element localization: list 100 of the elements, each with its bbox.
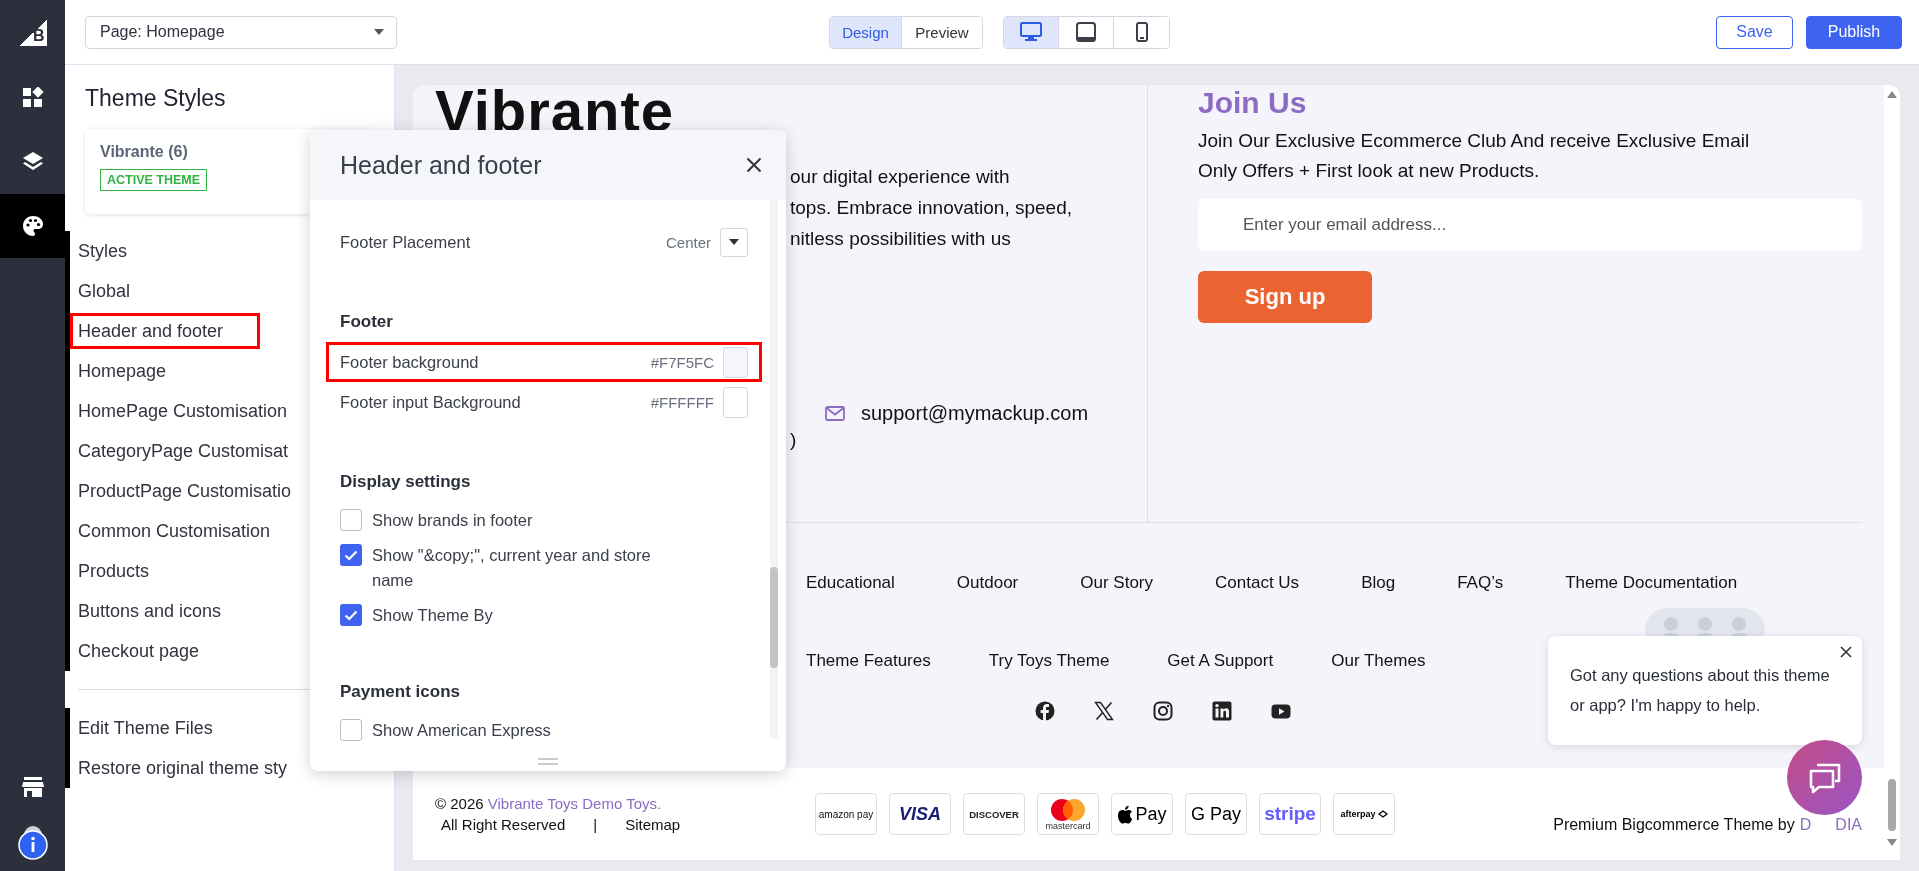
caret-icon [729,239,739,245]
chat-icon [1807,761,1842,794]
widgets-icon [21,87,44,109]
mail-icon [825,405,845,421]
tablet-icon [1076,22,1096,42]
drag-handle-icon[interactable] [538,758,558,765]
section-heading: Payment icons [340,682,460,702]
linkedin-icon[interactable] [1212,701,1232,721]
sidebar-item[interactable]: Checkout page [70,631,260,671]
footer-link[interactable]: Get A Support [1167,651,1274,671]
layers-icon [21,151,44,173]
sidebar-item[interactable]: CategoryPage Customisat [70,431,297,471]
afterpay-badge: afterpay [1333,793,1395,835]
sidebar-item[interactable]: Restore original theme sty [70,748,296,788]
footer-link[interactable]: All Right Reserved [441,816,566,833]
save-button[interactable]: Save [1716,15,1793,49]
google-pay-badge: G Pay [1185,793,1247,835]
email-field[interactable]: Enter your email address... [1198,199,1862,251]
scrollbar[interactable] [1884,85,1900,860]
checkbox-label: Show "&copy;", current year and store name [372,545,652,591]
credit-link[interactable]: D [1799,816,1812,834]
footer-link[interactable]: Our Story [1080,573,1154,593]
footer-link[interactable]: Blog [1361,573,1396,593]
footer-link[interactable]: Contact Us [1215,573,1300,593]
sidebar-item[interactable]: Header and footer [70,313,260,349]
footer-link[interactable]: Outdoor [956,573,1019,593]
apple-pay-badge: Pay [1111,793,1173,835]
mastercard-badge: mastercard [1037,793,1099,835]
sidebar-item[interactable]: Styles [70,231,260,271]
panel-title: Theme Styles [85,85,226,111]
checkbox[interactable] [340,544,362,566]
checkbox[interactable] [340,509,362,531]
desktop-icon [1020,22,1042,42]
caret-icon [374,29,384,35]
newsletter-text: Join Our Exclusive Ecommerce Club And receive Exclusive Email Only Offers + First look at new Products. [1198,129,1751,183]
footer-link[interactable]: Educational [806,573,895,593]
scrollbar[interactable] [770,200,778,738]
color-value: #F7F5FC [650,353,714,371]
store-logo: Vibrante [435,85,674,143]
footer-link[interactable]: Our Themes [1331,651,1426,671]
color-swatch[interactable] [723,386,748,418]
scroll-up-icon[interactable] [1887,91,1897,98]
page-dropdown[interactable]: Page: Homepage [85,15,397,49]
credit-link[interactable]: DIA [1835,816,1862,834]
sidebar-item[interactable]: Edit Theme Files [70,708,260,748]
sidebar-item[interactable]: Common Customisation [70,511,279,551]
scroll-down-icon[interactable] [1887,839,1897,846]
device-toggle[interactable] [1004,16,1059,48]
palette-icon [20,214,45,238]
scroll-thumb[interactable] [1888,779,1896,831]
store-link[interactable]: Vibrante Toys Demo Toys. [487,795,662,812]
dropdown-button[interactable] [720,227,748,257]
popup-title: Header and footer [340,150,542,180]
instagram-icon[interactable] [1153,701,1173,721]
sidebar-item[interactable]: Products [70,551,260,591]
color-value: #FFFFFF [650,393,714,411]
section-heading: Footer [340,312,393,332]
sidebar-item[interactable]: Buttons and icons [70,591,260,631]
amazon-pay-badge: amazon pay [815,793,877,835]
view-mode-tab[interactable]: Design [830,16,902,48]
youtube-icon[interactable] [1271,703,1291,719]
footer-link[interactable]: Theme Documentation [1565,573,1738,593]
theme-name: Vibrante (6) [100,143,188,161]
color-swatch[interactable] [723,346,748,378]
chat-message: Got any questions about this theme or app? I'm happy to help. [1570,665,1831,716]
copyright-text: © 2026 Vibrante Toys Demo Toys. [435,795,663,812]
checkbox[interactable] [340,604,362,626]
visa-badge: VISA [889,793,951,835]
rail-nav-item[interactable] [0,194,65,258]
footer-link[interactable]: Try Toys Theme [988,651,1110,671]
check-icon [344,609,358,621]
description-text: our digital experience with [790,164,1010,189]
store-icon [20,776,45,798]
footer-link[interactable]: Theme Features [806,651,931,671]
sidebar-item[interactable]: HomePage Customisation [70,391,296,431]
facebook-icon[interactable] [1035,701,1055,721]
setting-label: Footer background [340,352,480,372]
x-logo-icon[interactable] [1094,701,1114,721]
footer-link[interactable]: Sitemap [625,816,681,833]
separator-text: | [593,816,598,833]
description-text: nitless possibilities with us [790,226,1011,251]
checkbox-label: Show Theme By [372,605,494,626]
sidebar-item[interactable]: ProductPage Customisatio [70,471,300,511]
close-icon[interactable] [746,157,762,173]
support-email[interactable]: support@mymackup.com [861,401,1089,425]
sidebar-item[interactable]: Global [70,271,260,311]
sidebar-item[interactable]: Homepage [70,351,260,391]
discover-badge: DISCOVER [963,793,1025,835]
publish-button[interactable]: Publish [1806,15,1902,49]
active-theme-badge: ACTIVE THEME [100,169,208,191]
info-icon [17,825,48,861]
checkbox-label: Show brands in footer [372,510,534,531]
scroll-thumb[interactable] [770,567,778,668]
description-text: tops. Embrace innovation, speed, [790,195,1072,220]
stripe-badge: stripe [1259,793,1321,835]
close-icon[interactable] [1840,646,1852,658]
setting-label: Footer input Background [340,392,522,412]
checkbox[interactable] [340,719,362,741]
footer-link[interactable]: FAQ’s [1457,573,1504,593]
phone-icon [1135,22,1148,42]
